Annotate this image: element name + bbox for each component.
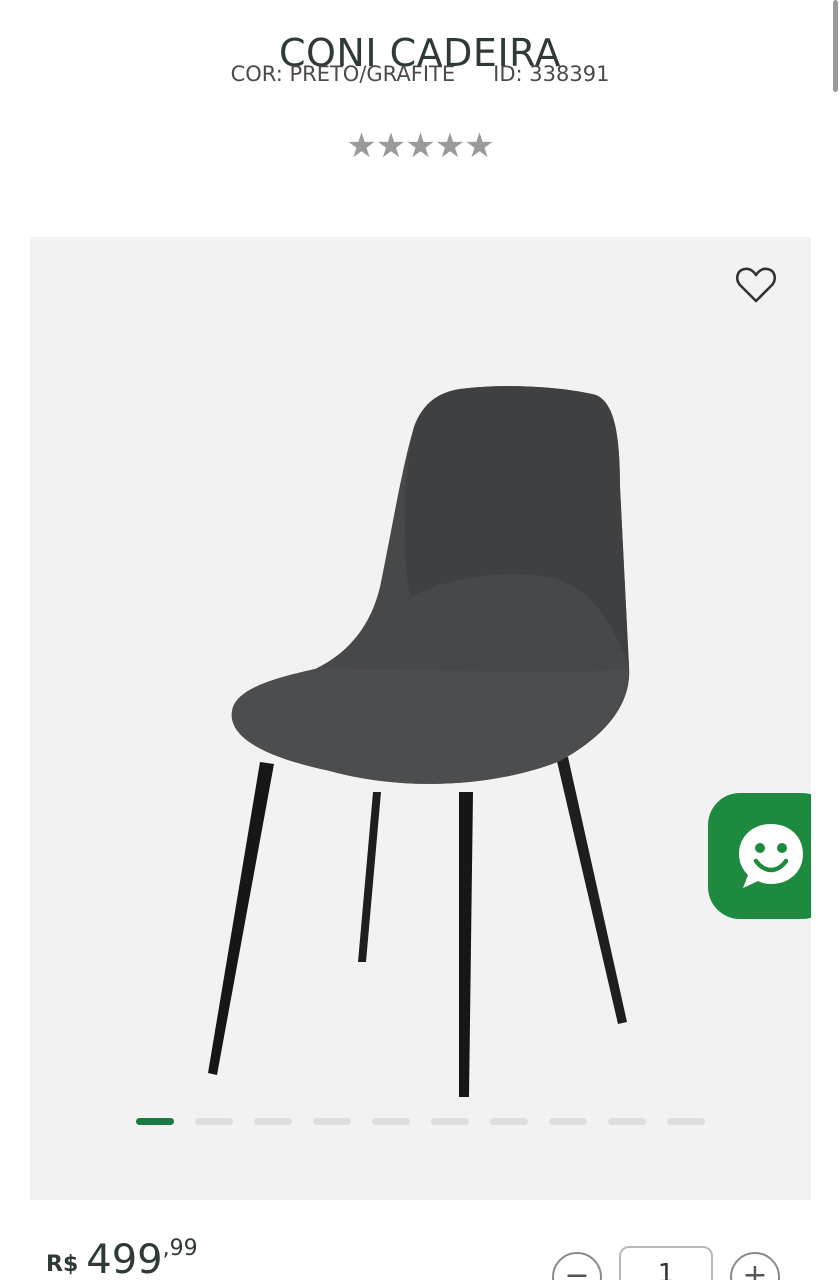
quantity-increase-button[interactable]: + [730,1252,780,1280]
product-color: COR: PRETO/GRAFITE [230,62,456,86]
price-currency: R$ [46,1252,79,1277]
favorite-heart-icon[interactable] [734,263,778,307]
gallery-dot[interactable] [431,1118,469,1125]
product-image-gallery[interactable] [30,237,811,1200]
rating-stars[interactable]: ★★★★★ [0,126,840,166]
gallery-dot[interactable] [313,1118,351,1125]
gallery-dot[interactable] [667,1118,705,1125]
quantity-decrease-button[interactable]: − [552,1252,602,1280]
gallery-dot[interactable] [136,1118,174,1125]
gallery-dot[interactable] [490,1118,528,1125]
gallery-dot[interactable] [254,1118,292,1125]
gallery-dot[interactable] [549,1118,587,1125]
product-image-chair [208,386,630,1097]
product-price: R$ 499,99 [46,1236,198,1280]
gallery-dot[interactable] [372,1118,410,1125]
product-id: ID: 338391 [493,62,610,86]
quantity-input[interactable]: 1 [619,1246,713,1280]
gallery-dot[interactable] [608,1118,646,1125]
product-page: CONI CADEIRA COR: PRETO/GRAFITE ID: 33839… [0,0,840,1280]
price-decimal: ,99 [162,1236,198,1261]
product-meta: COR: PRETO/GRAFITE ID: 338391 [0,62,840,86]
gallery-dot[interactable] [195,1118,233,1125]
smiley-chat-icon [739,824,803,888]
chat-support-button[interactable] [708,793,811,919]
price-integer: 499 [86,1237,163,1280]
